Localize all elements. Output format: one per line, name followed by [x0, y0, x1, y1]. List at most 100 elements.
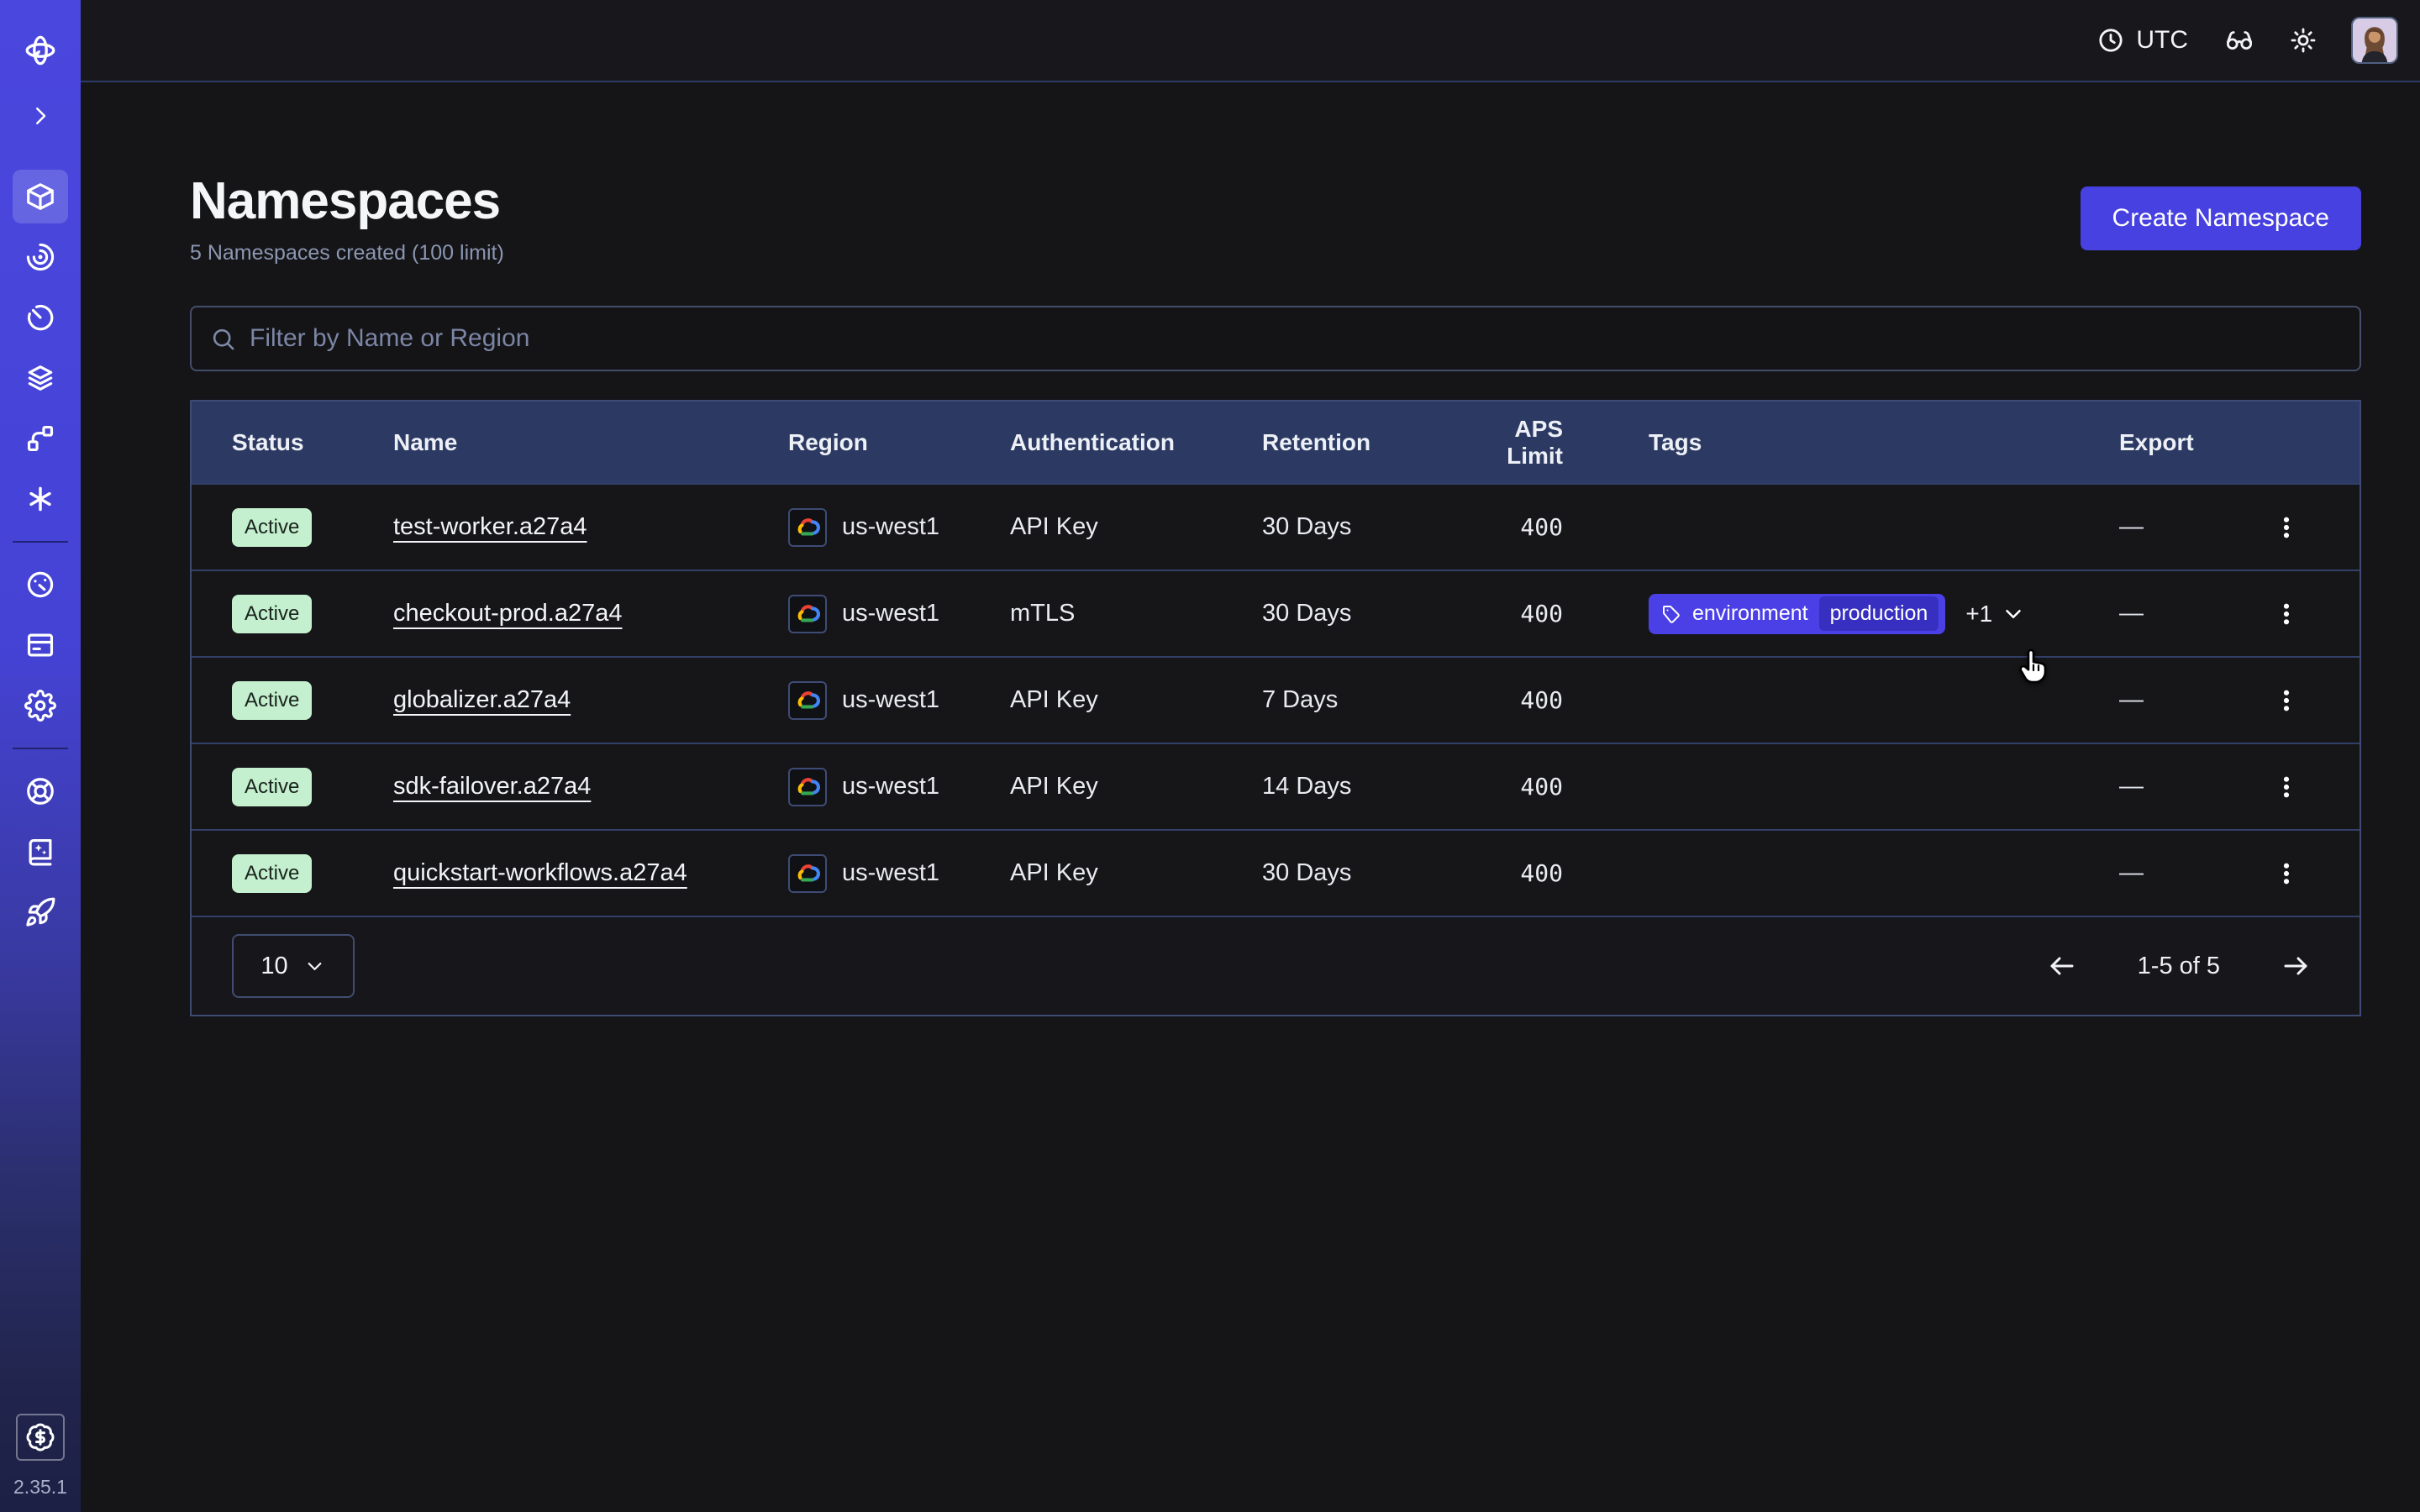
column-header: Name	[393, 429, 788, 456]
namespace-link[interactable]: test-worker.a27a4	[393, 513, 587, 540]
namespaces-table: StatusNameRegionAuthenticationRetentionA…	[190, 400, 2361, 1016]
row-menu-button[interactable]	[2263, 764, 2310, 811]
app-version: 2.35.1	[13, 1476, 67, 1499]
region-label: us-west1	[842, 600, 939, 627]
page-size-select[interactable]: 10	[232, 934, 355, 998]
table-header-row: StatusNameRegionAuthenticationRetentionA…	[192, 402, 2360, 483]
chevron-down-icon	[303, 955, 326, 978]
prev-page-button[interactable]	[2039, 942, 2086, 990]
google-cloud-icon	[788, 595, 827, 633]
pagination: 10 1-5 of 5	[192, 916, 2360, 1015]
region-label: us-west1	[842, 859, 939, 887]
aps-limit-cell: 400	[1457, 859, 1591, 887]
next-page-button[interactable]	[2272, 942, 2319, 990]
retention-cell: 30 Days	[1262, 600, 1457, 627]
sidebar-item-deployments[interactable]	[13, 412, 68, 465]
retention-cell: 7 Days	[1262, 686, 1457, 714]
namespace-link[interactable]: quickstart-workflows.a27a4	[393, 859, 687, 886]
badge-dollar-icon	[25, 1422, 55, 1452]
auth-cell: API Key	[1010, 773, 1262, 801]
table-row[interactable]: Active checkout-prod.a27a4 us-west1 mTLS…	[192, 570, 2360, 656]
google-cloud-icon	[788, 508, 827, 547]
tag-value: production	[1819, 596, 1939, 631]
column-header: Retention	[1262, 429, 1457, 456]
table-row[interactable]: Active test-worker.a27a4 us-west1 API Ke…	[192, 483, 2360, 570]
row-menu-button[interactable]	[2263, 850, 2310, 897]
asterisk-icon	[24, 483, 56, 515]
table-row[interactable]: Active quickstart-workflows.a27a4 us-wes…	[192, 829, 2360, 916]
aps-limit-cell: 400	[1457, 773, 1591, 801]
sidebar-item-schedules[interactable]	[13, 291, 68, 344]
tag-expand-button[interactable]	[2001, 601, 2026, 627]
aps-limit-cell: 400	[1457, 686, 1591, 714]
gauge-icon	[24, 569, 56, 601]
timer-icon	[24, 302, 56, 333]
export-cell: —	[2062, 859, 2213, 887]
theme-toggle-button[interactable]	[2277, 14, 2329, 66]
sidebar-item-namespaces[interactable]	[13, 170, 68, 223]
sidebar: 2.35.1	[0, 0, 81, 1512]
region-label: us-west1	[842, 686, 939, 714]
retention-cell: 14 Days	[1262, 773, 1457, 801]
create-namespace-button[interactable]: Create Namespace	[2081, 186, 2361, 250]
book-sparkles-icon	[24, 836, 56, 868]
billing-plan-button[interactable]	[16, 1414, 65, 1461]
namespace-link[interactable]: sdk-failover.a27a4	[393, 773, 591, 800]
kebab-icon	[2273, 687, 2300, 714]
filter-input-wrapper[interactable]	[190, 306, 2361, 371]
google-cloud-icon	[788, 854, 827, 893]
page-subtitle: 5 Namespaces created (100 limit)	[190, 241, 504, 265]
clock-icon	[2096, 26, 2125, 55]
user-avatar[interactable]	[2351, 17, 2398, 64]
auth-cell: API Key	[1010, 513, 1262, 541]
tags-group: environment production +1	[1649, 594, 2026, 634]
sidebar-item-settings[interactable]	[13, 679, 68, 732]
arrow-left-icon	[2047, 951, 2077, 981]
sun-icon	[2289, 26, 2317, 55]
column-header: Region	[788, 429, 1010, 456]
google-cloud-icon	[788, 681, 827, 720]
cube-icon	[24, 181, 56, 213]
sidebar-item-workflows[interactable]	[13, 230, 68, 284]
export-cell: —	[2062, 686, 2213, 714]
kebab-icon	[2273, 601, 2300, 627]
search-icon	[210, 326, 236, 352]
aps-limit-cell: 400	[1457, 600, 1591, 627]
sidebar-item-billing[interactable]	[13, 618, 68, 672]
column-header: APS Limit	[1457, 416, 1591, 470]
auth-cell: API Key	[1010, 859, 1262, 887]
arrow-right-icon	[2281, 951, 2311, 981]
table-row[interactable]: Active globalizer.a27a4 us-west1 API Key…	[192, 656, 2360, 743]
browser-card-icon	[24, 629, 56, 661]
sidebar-item-docs[interactable]	[13, 825, 68, 879]
tag-key: environment	[1692, 601, 1808, 626]
row-menu-button[interactable]	[2263, 591, 2310, 638]
sidebar-item-usage[interactable]	[13, 558, 68, 612]
reader-mode-button[interactable]	[2213, 14, 2265, 66]
export-cell: —	[2062, 600, 2213, 627]
gear-icon	[24, 690, 56, 722]
tag-icon	[1661, 604, 1681, 624]
kebab-icon	[2273, 514, 2300, 541]
namespace-link[interactable]: globalizer.a27a4	[393, 686, 571, 713]
sidebar-expand-button[interactable]	[13, 89, 68, 143]
avatar-image	[2353, 18, 2396, 62]
sidebar-item-nexus[interactable]	[13, 472, 68, 526]
tag-more-count: +1	[1965, 601, 1992, 627]
column-header: Export	[2062, 429, 2213, 456]
table-row[interactable]: Active sdk-failover.a27a4 us-west1 API K…	[192, 743, 2360, 829]
row-menu-button[interactable]	[2263, 677, 2310, 724]
sidebar-item-batch[interactable]	[13, 351, 68, 405]
namespace-link[interactable]: checkout-prod.a27a4	[393, 600, 622, 627]
column-header: Authentication	[1010, 429, 1262, 456]
sidebar-item-support[interactable]	[13, 764, 68, 818]
filter-input[interactable]	[250, 324, 2341, 353]
row-menu-button[interactable]	[2263, 504, 2310, 551]
status-badge: Active	[232, 768, 312, 806]
status-badge: Active	[232, 854, 312, 893]
sidebar-item-getting-started[interactable]	[13, 885, 68, 939]
timezone-button[interactable]: UTC	[2083, 13, 2202, 67]
timezone-label: UTC	[2136, 26, 2188, 55]
retention-cell: 30 Days	[1262, 859, 1457, 887]
tag-badge[interactable]: environment production	[1649, 594, 1945, 634]
